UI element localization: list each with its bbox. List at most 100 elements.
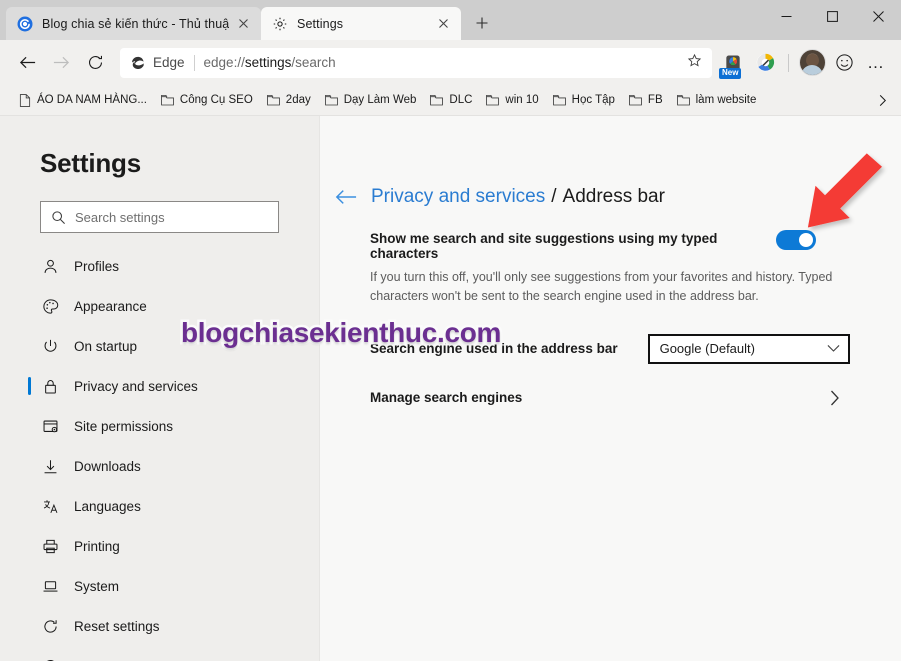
sidebar-item-system[interactable]: System	[0, 571, 319, 601]
reset-icon	[40, 618, 60, 635]
url-suffix: /search	[291, 55, 336, 70]
laptop-icon	[40, 578, 60, 595]
folder-icon	[629, 94, 642, 106]
bookmark-label: Công Cụ SEO	[179, 94, 253, 106]
omnibox-url[interactable]: edge://settings/search	[204, 55, 685, 70]
tab-blog[interactable]: Blog chia sẻ kiến thức - Thủ thuậ	[6, 7, 261, 40]
site-permissions-icon	[40, 418, 60, 435]
address-bar-settings: Show me search and site suggestions usin…	[320, 208, 901, 406]
search-input[interactable]: Search settings	[40, 201, 279, 233]
sidebar-item-privacy-and-services[interactable]: Privacy and services	[0, 371, 319, 401]
sidebar-item-label: Appearance	[74, 298, 147, 314]
address-bar[interactable]: Edge edge://settings/search	[120, 47, 712, 78]
settings-sidebar: Settings Search settings Profiles Appear…	[0, 116, 320, 661]
settings-page: Settings Search settings Profiles Appear…	[0, 116, 901, 661]
edge-icon	[40, 658, 60, 661]
more-menu-icon[interactable]: …	[861, 48, 891, 78]
folder-icon	[486, 94, 500, 106]
close-icon[interactable]	[433, 14, 453, 34]
folder-icon	[430, 94, 444, 106]
sidebar-item-label: Site permissions	[74, 418, 174, 434]
manage-search-engines-label: Manage search engines	[370, 390, 523, 405]
omnibox-brand: Edge	[153, 55, 185, 70]
palette-icon	[40, 298, 60, 315]
bookmark-item[interactable]: FB	[622, 89, 670, 112]
sidebar-item-label: Privacy and services	[74, 378, 198, 394]
feedback-smiley-icon[interactable]	[829, 48, 859, 78]
bookmarks-bar: ÁO DA NAM HÀNG... Công Cụ SEO 2day Dạy L…	[0, 85, 901, 116]
suggestions-row: Show me search and site suggestions usin…	[370, 230, 861, 261]
download-icon	[40, 458, 60, 475]
search-placeholder: Search settings	[75, 209, 165, 225]
bookmark-item[interactable]: Công Cụ SEO	[154, 89, 260, 112]
bookmark-item[interactable]: win 10	[479, 89, 545, 112]
sidebar-item-printing[interactable]: Printing	[0, 531, 319, 561]
bookmark-label: Dạy Làm Web	[343, 94, 417, 106]
folder-icon	[676, 94, 690, 106]
gear-icon	[271, 15, 288, 32]
bookmark-label: FB	[647, 94, 663, 106]
person-icon	[40, 258, 60, 275]
tab-settings[interactable]: Settings	[261, 7, 461, 40]
watermark: blogchiasekienthuc.com	[178, 315, 503, 351]
chevron-down-icon	[827, 344, 840, 353]
sidebar-item-about-microsoft-edge[interactable]: About Microsoft Edge	[0, 651, 319, 661]
bookmark-item[interactable]: DLC	[423, 89, 479, 112]
reload-icon[interactable]	[78, 46, 112, 80]
selection-indicator	[28, 377, 31, 395]
edge-logo-icon	[130, 55, 146, 71]
sidebar-item-label: Printing	[74, 538, 120, 554]
favorite-star-icon[interactable]	[685, 53, 704, 72]
chevron-right-icon	[830, 390, 840, 406]
toolbar-actions: New …	[718, 48, 891, 79]
sidebar-item-label: Profiles	[74, 258, 120, 274]
bookmark-label: 2day	[285, 94, 311, 106]
new-tab-button[interactable]	[467, 8, 497, 38]
breadcrumb: Privacy and services / Address bar	[320, 186, 901, 208]
suggestions-toggle[interactable]	[776, 230, 816, 250]
bookmark-label: ÁO DA NAM HÀNG...	[37, 94, 147, 106]
title-bar: Blog chia sẻ kiến thức - Thủ thuậ Settin…	[0, 0, 901, 40]
bookmark-item[interactable]: làm website	[670, 89, 764, 112]
search-settings-wrapper: Search settings	[0, 179, 319, 233]
close-button[interactable]	[855, 0, 901, 32]
sidebar-item-languages[interactable]: Languages	[0, 491, 319, 521]
bookmarks-overflow-chevron-icon[interactable]	[871, 89, 893, 111]
maximize-button[interactable]	[809, 0, 855, 32]
url-prefix: edge://	[203, 55, 245, 70]
bookmark-item[interactable]: ÁO DA NAM HÀNG...	[12, 89, 154, 112]
navigation-toolbar: Edge edge://settings/search New …	[0, 40, 901, 85]
folder-icon	[324, 94, 338, 106]
back-icon[interactable]	[10, 46, 44, 80]
manage-search-engines-row[interactable]: Manage search engines	[370, 390, 840, 406]
back-arrow-icon[interactable]	[335, 188, 357, 206]
close-icon[interactable]	[233, 14, 253, 34]
avatar[interactable]	[797, 48, 827, 78]
extension-colorwheel-icon[interactable]	[750, 48, 780, 78]
sidebar-item-reset-settings[interactable]: Reset settings	[0, 611, 319, 641]
search-icon	[51, 210, 66, 225]
bookmark-label: DLC	[449, 94, 473, 106]
extension-collections-icon[interactable]: New	[718, 48, 748, 79]
page-title: Settings	[40, 148, 141, 178]
languages-icon	[40, 498, 60, 515]
sidebar-item-profiles[interactable]: Profiles	[0, 251, 319, 281]
sidebar-item-label: Reset settings	[74, 618, 160, 634]
bookmark-item[interactable]: Học Tập	[546, 89, 622, 112]
suggestions-title: Show me search and site suggestions usin…	[370, 231, 718, 261]
blog-favicon	[16, 15, 33, 32]
breadcrumb-parent-link[interactable]: Privacy and services	[371, 186, 545, 208]
bookmark-label: làm website	[695, 94, 757, 106]
search-engine-dropdown[interactable]: Google (Default)	[647, 333, 850, 364]
bookmark-item[interactable]: 2day	[260, 89, 318, 112]
sidebar-item-site-permissions[interactable]: Site permissions	[0, 411, 319, 441]
minimize-button[interactable]	[763, 0, 809, 32]
forward-icon[interactable]	[44, 46, 78, 80]
extension-new-badge: New	[719, 67, 742, 79]
toolbar-divider	[788, 53, 789, 72]
tab-strip: Blog chia sẻ kiến thức - Thủ thuậ Settin…	[0, 0, 497, 40]
sidebar-item-label: On startup	[74, 338, 138, 354]
sidebar-item-downloads[interactable]: Downloads	[0, 451, 319, 481]
bookmark-item[interactable]: Dạy Làm Web	[318, 89, 424, 112]
sidebar-item-label: Languages	[74, 498, 141, 514]
